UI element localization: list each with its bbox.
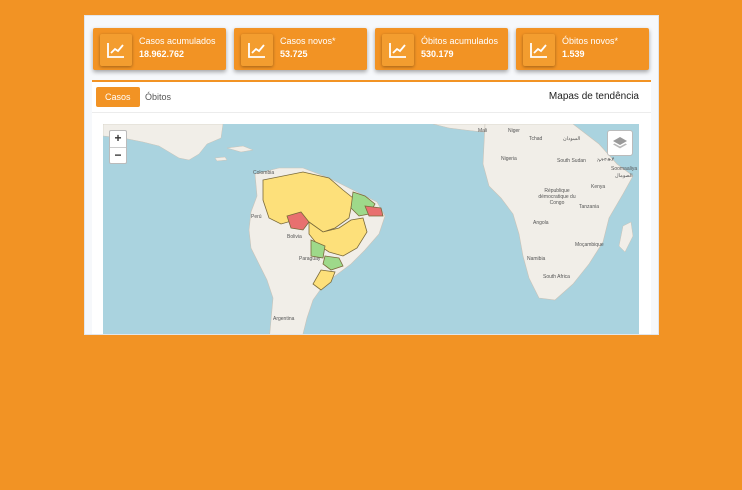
map-label-colombia: Colombia [253,170,275,176]
card-obitos-acumulados: Óbitos acumulados 530.179 [375,28,508,70]
card-label: Óbitos novos* [562,36,619,46]
card-value: 53.725 [280,49,308,59]
map-label-somalia-ar: الصومال [615,173,633,179]
card-casos-novos: Casos novos* 53.725 [234,28,367,70]
trend-maps-section: Casos Óbitos Mapas de tendência Mali Nig… [92,80,651,334]
summary-cards: Casos acumulados 18.962.762 Casos novos*… [93,28,650,72]
map-label-mali: Mali [478,128,488,134]
map-label-niger: Niger [508,128,520,134]
card-value: 1.539 [562,49,585,59]
map-label-mozambique: Moçambique [575,242,604,248]
card-value: 18.962.762 [139,49,185,59]
trend-map[interactable]: Mali Niger Tchad السودان Nigeria South S… [103,124,639,334]
map-label-namibia: Namibia [527,256,546,262]
map-label-bolivia: Bolivia [287,234,302,240]
card-casos-acumulados: Casos acumulados 18.962.762 [93,28,226,70]
map-label-nigeria: Nigeria [501,156,517,162]
tab-casos[interactable]: Casos [96,87,140,107]
map-label-angola: Angola [533,220,549,226]
map-label-argentina: Argentina [273,316,295,322]
map-label-south-sudan: South Sudan [557,158,586,164]
map-label-somalia: Soomaaliya [611,166,638,172]
map-label-peru: Perú [251,214,262,220]
card-label: Óbitos acumulados [421,36,499,46]
chart-line-icon [523,34,555,66]
map-canvas [103,124,634,334]
map-label-kenya: Kenya [591,184,606,190]
tab-obitos[interactable]: Óbitos [136,87,180,107]
card-label: Casos novos* [280,36,336,46]
chart-line-icon [100,34,132,66]
card-value: 530.179 [421,49,454,59]
map-label-paraguay: Paraguay [299,256,321,262]
chart-line-icon [241,34,273,66]
caribbean-islands [214,145,254,162]
map-label-south-africa: South Africa [543,274,570,280]
map-label-tchad: Tchad [529,136,543,142]
dashboard-panel: Casos acumulados 18.962.762 Casos novos*… [84,15,659,335]
zoom-control: + − [109,130,127,164]
map-label-drc: République démocratique du Congo [538,188,576,206]
card-label: Casos acumulados [139,36,216,46]
zoom-in-button[interactable]: + [110,131,126,148]
chart-line-icon [382,34,414,66]
madagascar-land [618,221,634,253]
card-obitos-novos: Óbitos novos* 1.539 [516,28,649,70]
layers-button[interactable] [607,130,633,156]
zoom-out-button[interactable]: − [110,148,126,164]
map-label-ethiopia-ar: ኢትዮጵያ [597,157,615,163]
tab-bar: Casos Óbitos Mapas de tendência [92,82,651,113]
map-label-sudan-ar: السودان [563,136,581,142]
map-label-tanzania: Tanzania [579,204,600,210]
layers-icon [613,137,627,149]
section-title: Mapas de tendência [548,91,639,102]
